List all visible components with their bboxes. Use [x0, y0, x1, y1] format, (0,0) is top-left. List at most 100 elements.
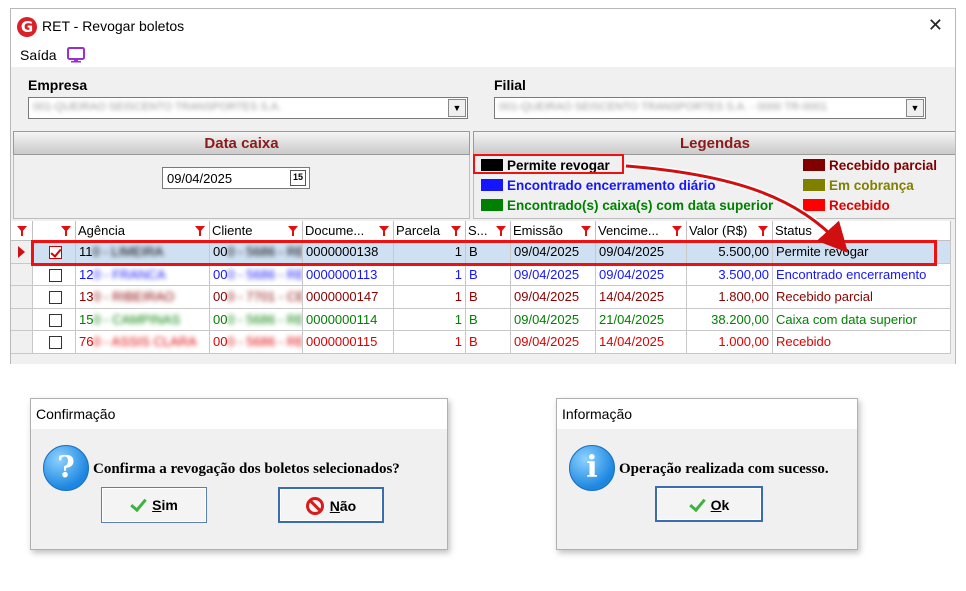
- filial-value: 001-QUEIRAO SEISCENTO TRANSPORTES S.A. -…: [499, 101, 828, 113]
- filter-icon[interactable]: [451, 226, 461, 236]
- sim-button[interactable]: Sim: [101, 487, 207, 523]
- legend-data-superior: Encontrado(s) caixa(s) com data superior: [481, 198, 773, 213]
- confirm-message: Confirma a revogação dos boletos selecio…: [93, 461, 400, 477]
- calendar-icon[interactable]: 15: [290, 170, 306, 186]
- legend-em-cobranca: Em cobrança: [803, 178, 914, 193]
- cell-agencia: 760 - ASSIS CLARA: [76, 331, 210, 354]
- table-row[interactable]: 760 - ASSIS CLARA 000 - 5686 - RE 00000001…: [11, 331, 951, 354]
- filter-icon[interactable]: [379, 226, 389, 236]
- filter-icon[interactable]: [17, 226, 27, 236]
- row-indicator[interactable]: [11, 331, 33, 354]
- info-message: Operação realizada com sucesso.: [619, 461, 829, 477]
- nao-button[interactable]: Não: [278, 487, 384, 523]
- cell-valor: 38.200,00: [687, 308, 773, 331]
- cell-documento: 0000000113: [303, 263, 394, 286]
- cell-emissao: 09/04/2025: [511, 286, 596, 309]
- cell-cliente: 000 - 5686 - RE: [210, 308, 303, 331]
- forbidden-icon: [305, 497, 324, 515]
- legend-swatch: [481, 199, 503, 211]
- cell-parcela: 1: [394, 286, 466, 309]
- col-header-select[interactable]: [33, 221, 76, 241]
- cell-agencia: 130 - RIBEIRAO: [76, 286, 210, 309]
- cell-status: Recebido: [773, 331, 951, 354]
- select-cell[interactable]: [33, 308, 76, 331]
- col-header-parcela[interactable]: Parcela: [394, 221, 466, 241]
- filter-icon[interactable]: [581, 226, 591, 236]
- filter-icon[interactable]: [195, 226, 205, 236]
- ok-button[interactable]: Ok: [655, 486, 763, 522]
- row-indicator[interactable]: [11, 241, 33, 264]
- legend-swatch: [803, 159, 825, 171]
- filial-label: Filial: [494, 77, 526, 93]
- main-window: G RET - Revogar boletos ✕ Saída Empresa …: [10, 8, 956, 364]
- filter-icon[interactable]: [61, 226, 71, 236]
- legend-swatch: [803, 179, 825, 191]
- cell-emissao: 09/04/2025: [511, 308, 596, 331]
- empresa-value: 001-QUEIRAO SEISCENTO TRANSPORTES S.A.: [33, 101, 282, 113]
- cell-valor: 1.000,00: [687, 331, 773, 354]
- cell-documento: 0000000114: [303, 308, 394, 331]
- info-dialog-title: Informação: [557, 399, 857, 429]
- select-cell[interactable]: [33, 286, 76, 309]
- cell-documento: 0000000115: [303, 331, 394, 354]
- row-checkbox[interactable]: [49, 313, 62, 327]
- legend-highlight-box: [473, 154, 624, 174]
- col-header-vencimento[interactable]: Vencime...: [596, 221, 687, 241]
- col-header-valor[interactable]: Valor (R$): [687, 221, 773, 241]
- col-header-emissao[interactable]: Emissão: [511, 221, 596, 241]
- empresa-label: Empresa: [28, 77, 88, 93]
- cell-status: Encontrado encerramento: [773, 263, 951, 286]
- cell-vencimento: 14/04/2025: [596, 286, 687, 309]
- monitor-icon[interactable]: [67, 47, 85, 63]
- row-checkbox[interactable]: [49, 336, 62, 349]
- cell-situacao: B: [466, 308, 511, 331]
- title-bar: G RET - Revogar boletos ✕: [11, 9, 955, 43]
- confirm-dialog: Confirmação ? Confirma a revogação dos b…: [30, 398, 448, 550]
- filter-icon[interactable]: [288, 226, 298, 236]
- cell-situacao: B: [466, 331, 511, 354]
- chevron-down-icon[interactable]: ▼: [906, 99, 924, 117]
- menu-saida[interactable]: Saída: [20, 47, 57, 63]
- grid-scrollbar[interactable]: [951, 221, 955, 364]
- cell-documento: 0000000147: [303, 286, 394, 309]
- row-checkbox[interactable]: [49, 291, 62, 304]
- cell-cliente: 000 - 5686 - RE: [210, 331, 303, 354]
- cell-valor: 3.500,00: [687, 263, 773, 286]
- row-indicator[interactable]: [11, 263, 33, 286]
- select-cell[interactable]: [33, 331, 76, 354]
- filial-combo[interactable]: 001-QUEIRAO SEISCENTO TRANSPORTES S.A. -…: [494, 97, 926, 119]
- cell-status: Recebido parcial: [773, 286, 951, 309]
- row-indicator[interactable]: [11, 286, 33, 309]
- legend-recebido-parcial: Recebido parcial: [803, 158, 937, 173]
- cell-situacao: B: [466, 263, 511, 286]
- cell-agencia: 150 - CAMPINAS: [76, 308, 210, 331]
- cell-agencia: 120 - FRANCA: [76, 263, 210, 286]
- chevron-down-icon[interactable]: ▼: [448, 99, 466, 117]
- row-checkbox[interactable]: [49, 268, 62, 282]
- empresa-combo[interactable]: 001-QUEIRAO SEISCENTO TRANSPORTES S.A. ▼: [28, 97, 468, 119]
- col-header-situacao[interactable]: S...: [466, 221, 511, 241]
- cell-vencimento: 09/04/2025: [596, 263, 687, 286]
- grid-header-indicator[interactable]: [11, 221, 33, 241]
- row-indicator[interactable]: [11, 308, 33, 331]
- table-row[interactable]: 130 - RIBEIRAO 000 - 7701 - CE 0000000147 1…: [11, 286, 951, 309]
- data-caixa-header: Data caixa: [13, 131, 470, 155]
- col-header-status[interactable]: Status: [773, 221, 951, 241]
- legend-swatch: [481, 179, 503, 191]
- col-header-cliente[interactable]: Cliente: [210, 221, 303, 241]
- select-cell[interactable]: [33, 263, 76, 286]
- filter-icon[interactable]: [496, 226, 506, 236]
- close-icon[interactable]: ✕: [928, 15, 943, 36]
- filter-icon[interactable]: [672, 226, 682, 236]
- cell-parcela: 1: [394, 308, 466, 331]
- info-icon: i: [569, 445, 615, 491]
- filter-icon[interactable]: [758, 226, 768, 236]
- table-row[interactable]: 150 - CAMPINAS 000 - 5686 - RE 0000000114 1…: [11, 308, 951, 331]
- table-row[interactable]: 120 - FRANCA 000 - 5686 - RE 0000000113 1 B 0…: [11, 263, 951, 286]
- cell-vencimento: 21/04/2025: [596, 308, 687, 331]
- question-icon: ?: [43, 445, 89, 491]
- check-icon: [130, 499, 146, 511]
- col-header-agencia[interactable]: Agência: [76, 221, 210, 241]
- col-header-documento[interactable]: Docume...: [303, 221, 394, 241]
- data-caixa-input[interactable]: 09/04/2025 15: [162, 167, 310, 189]
